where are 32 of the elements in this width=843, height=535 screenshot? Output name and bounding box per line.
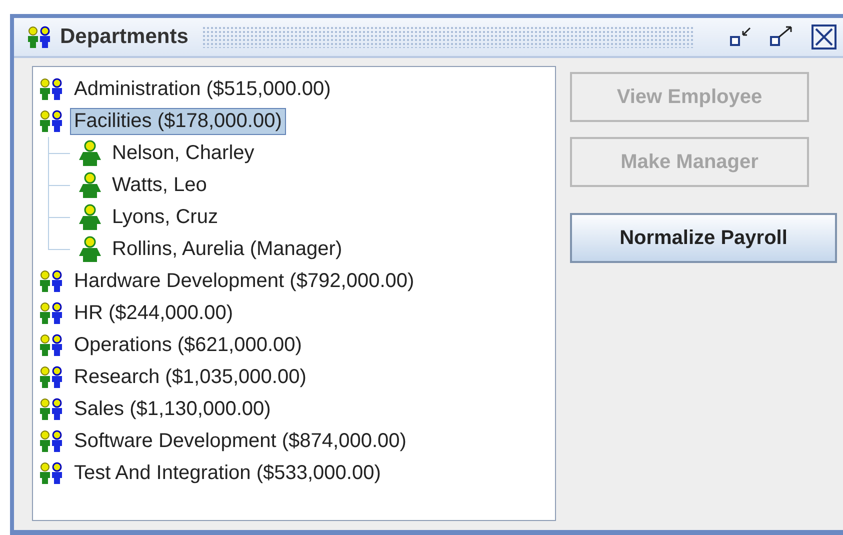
window-title: Departments xyxy=(60,25,188,49)
group-icon xyxy=(38,270,64,292)
maximize-button[interactable] xyxy=(769,25,795,49)
tree-item[interactable]: Operations ($621,000.00) xyxy=(70,332,306,358)
group-icon xyxy=(38,366,64,388)
tree-item[interactable]: Rollins, Aurelia (Manager) xyxy=(108,236,346,262)
group-icon xyxy=(38,78,64,100)
group-icon xyxy=(38,430,64,452)
group-icon xyxy=(38,302,64,324)
group-icon xyxy=(38,334,64,356)
person-icon xyxy=(78,236,102,262)
tree-item[interactable]: Sales ($1,130,000.00) xyxy=(70,396,275,422)
group-icon xyxy=(38,110,64,132)
tree-item[interactable]: Administration ($515,000.00) xyxy=(70,76,335,102)
tree-item[interactable]: Lyons, Cruz xyxy=(108,204,222,230)
person-icon xyxy=(78,204,102,230)
tree-item[interactable]: Nelson, Charley xyxy=(108,140,258,166)
tree-item[interactable]: Software Development ($874,000.00) xyxy=(70,428,410,454)
tree-item[interactable]: Test And Integration ($533,000.00) xyxy=(70,460,385,486)
tree-item[interactable]: Hardware Development ($792,000.00) xyxy=(70,268,418,294)
action-button[interactable]: Normalize Payroll xyxy=(570,213,837,263)
person-icon xyxy=(78,140,102,166)
group-icon xyxy=(38,462,64,484)
person-icon xyxy=(78,172,102,198)
tree-item[interactable]: HR ($244,000.00) xyxy=(70,300,237,326)
tree-item[interactable]: Facilities ($178,000.00) xyxy=(70,108,286,134)
group-icon xyxy=(38,398,64,420)
tree-item[interactable]: Watts, Leo xyxy=(108,172,211,198)
close-button[interactable] xyxy=(811,24,837,50)
minimize-button[interactable] xyxy=(729,25,753,49)
window-icon xyxy=(26,26,52,48)
tree-item[interactable]: Research ($1,035,000.00) xyxy=(70,364,310,390)
